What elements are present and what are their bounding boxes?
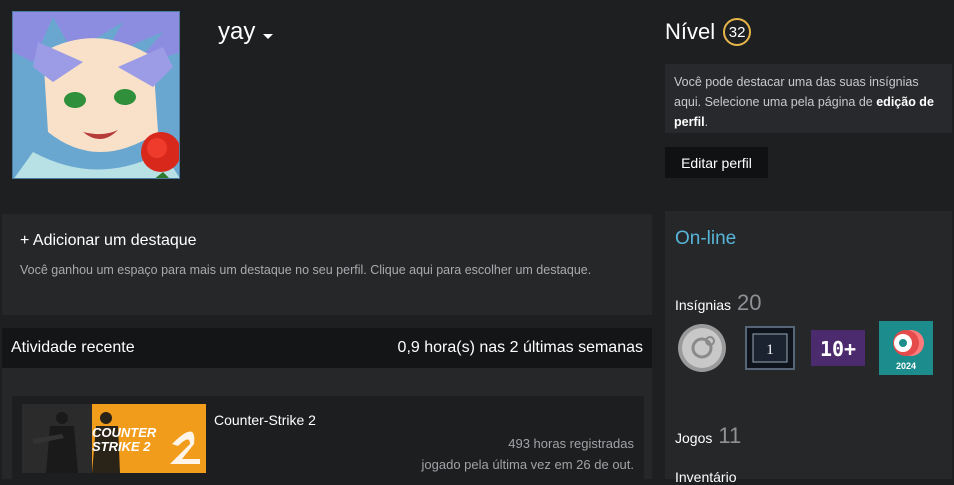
replay-badge-text: 2024	[896, 361, 916, 371]
inventory-link[interactable]: Inventário	[675, 469, 736, 485]
games-label: Jogos	[675, 430, 713, 446]
edit-profile-button[interactable]: Editar perfil	[665, 147, 768, 178]
game-capsule[interactable]: COUNTER STRIKE 2	[22, 404, 206, 473]
recent-activity-title: Atividade recente	[11, 339, 135, 356]
silver-coin-badge-icon[interactable]	[675, 321, 729, 375]
game-capsule-text: COUNTER STRIKE 2	[92, 425, 157, 454]
badge-hint-end: .	[704, 115, 709, 129]
online-status: On-line	[675, 228, 737, 249]
profile-sidebar: On-line Insígnias 20 1 10+ 2024 Jogos 11…	[665, 211, 952, 485]
persona-name-dropdown[interactable]: yay	[218, 18, 274, 46]
badges-count: 20	[737, 290, 762, 315]
level-label: Nível	[665, 19, 716, 44]
game-collector-10-badge-icon[interactable]: 10+	[811, 321, 865, 375]
game-last-played: jogado pela última vez em 26 de out.	[421, 457, 634, 472]
inventory-label: Inventário	[675, 469, 737, 485]
badges-link[interactable]: Insígnias 20	[675, 290, 762, 316]
level-header: Nível 32	[665, 18, 752, 46]
game-hours: 493 horas registradas	[508, 436, 634, 451]
badge-hint-box: Você pode destacar uma das suas insígnia…	[665, 64, 952, 133]
game-row: COUNTER STRIKE 2 Counter-Strike 2 493 ho…	[12, 396, 644, 479]
profile-avatar[interactable]	[12, 11, 180, 179]
steam-replay-2024-badge-icon[interactable]: 2024	[879, 321, 933, 375]
games-link[interactable]: Jogos 11	[675, 423, 741, 449]
level-badge[interactable]: 32	[723, 18, 752, 46]
add-showcase-panel[interactable]: + Adicionar um destaque Você ganhou um e…	[2, 214, 652, 315]
recent-activity-header: Atividade recente 0,9 hora(s) nas 2 últi…	[2, 328, 652, 368]
games-count: 11	[718, 423, 742, 448]
badges-label: Insígnias	[675, 297, 732, 313]
game-name[interactable]: Counter-Strike 2	[214, 412, 316, 428]
persona-name: yay	[218, 18, 256, 45]
years-badge-text: 1	[766, 342, 774, 358]
showcase-title: + Adicionar um destaque	[20, 232, 197, 249]
recent-activity-summary: 0,9 hora(s) nas 2 últimas semanas	[397, 339, 643, 356]
collector-badge-text: 10+	[820, 337, 856, 361]
showcase-description: Você ganhou um espaço para mais um desta…	[20, 263, 592, 277]
chevron-down-icon	[263, 33, 274, 39]
badge-list: 1 10+ 2024	[675, 321, 933, 375]
years-of-service-1-badge-icon[interactable]: 1	[743, 321, 797, 375]
